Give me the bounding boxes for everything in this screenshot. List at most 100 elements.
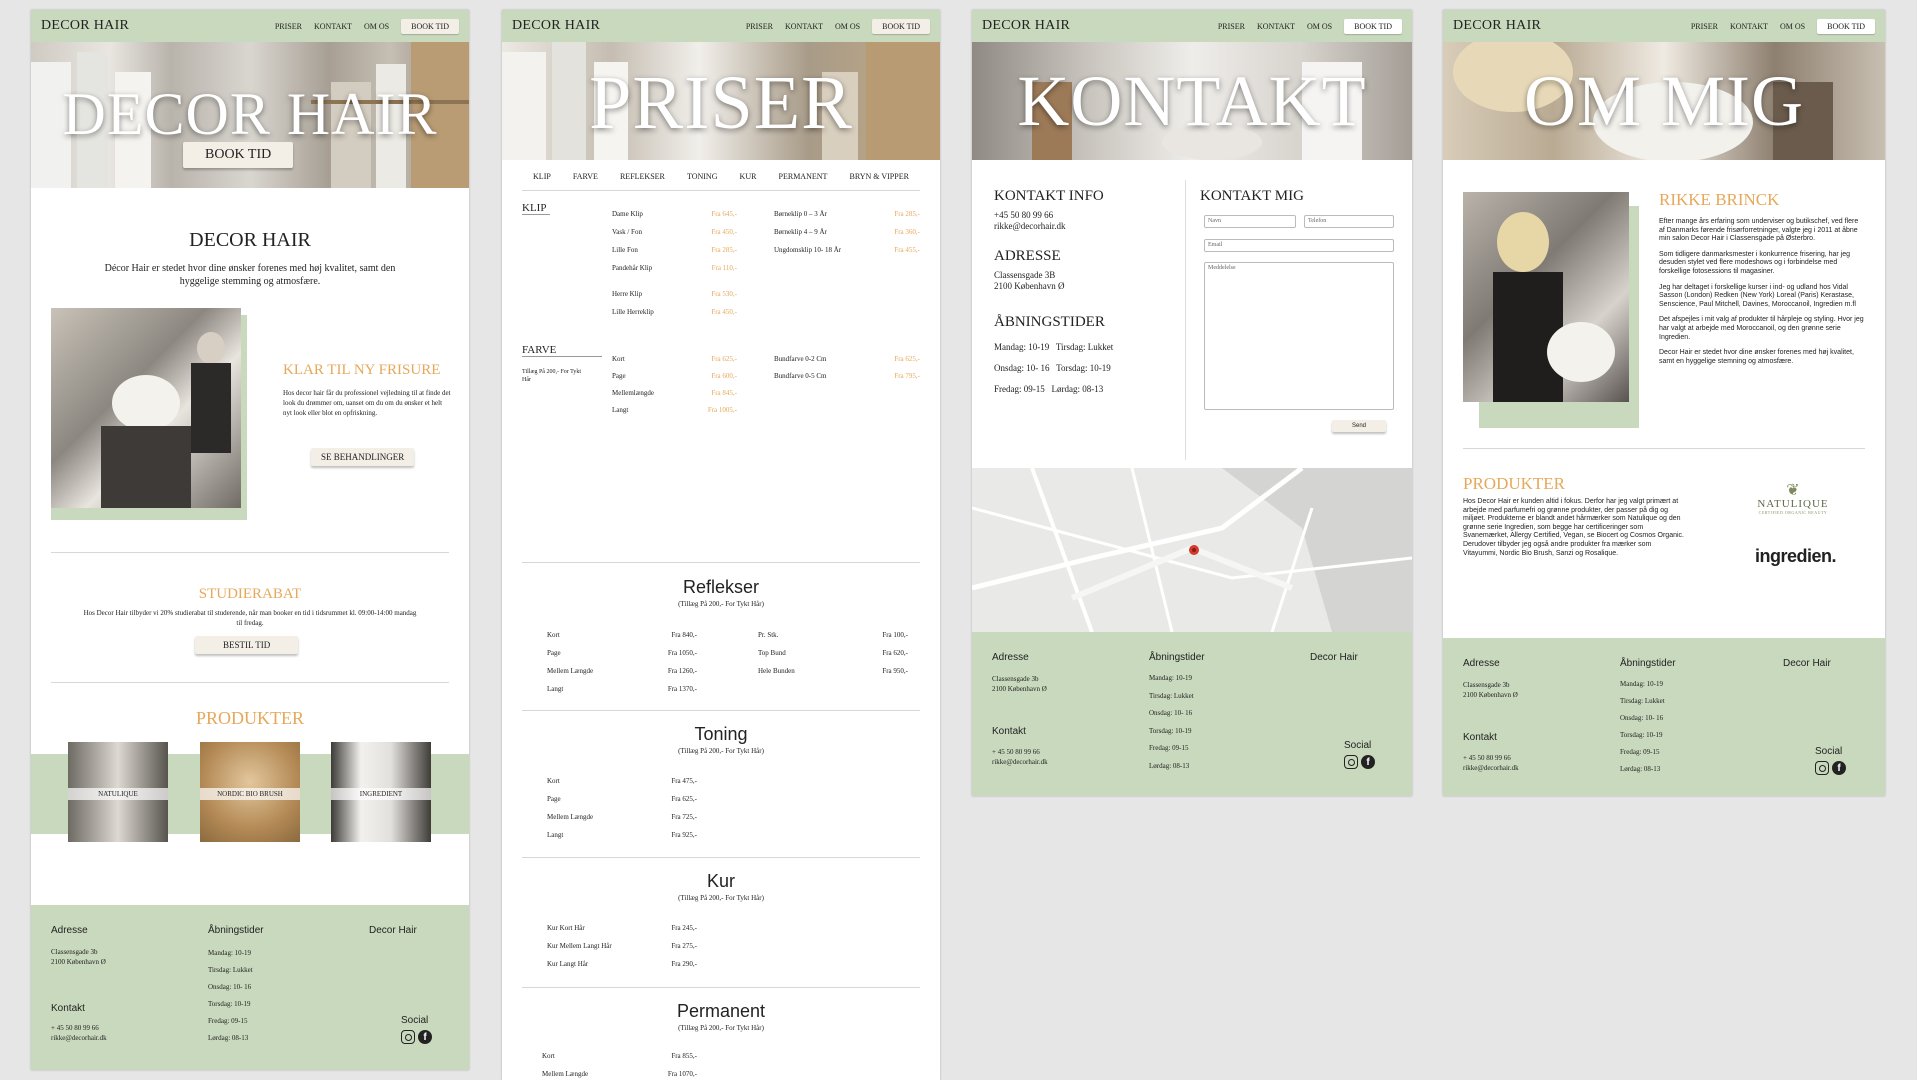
footer-kontakt[interactable]: + 45 50 80 99 66 rikke@decorhair.dk: [1463, 753, 1519, 773]
kur-list: Kur Kort Hår Fra 245,- Kur Mellem Langt H…: [547, 924, 697, 968]
price-tabs: KLIP FARVE REFLEKSER TONING KUR PERMANEN…: [522, 172, 920, 181]
instagram-icon[interactable]: [1344, 755, 1358, 769]
phone-input[interactable]: Telefon: [1304, 215, 1394, 228]
farve-right-list: Bundfarve 0-2 Cm Fra 625,- Bundfarve 0-5 …: [774, 355, 920, 380]
tab-bryn-vipper[interactable]: BRYN & VIPPER: [849, 172, 908, 181]
facebook-icon[interactable]: f: [1361, 755, 1375, 769]
nav-link-kontakt[interactable]: KONTAKT: [314, 22, 352, 31]
tab-reflekser[interactable]: REFLEKSER: [620, 172, 665, 181]
footer-adresse-label: Adresse: [992, 652, 1029, 663]
toning-title: Toning: [694, 724, 748, 744]
nav-link-kontakt[interactable]: KONTAKT: [785, 22, 823, 31]
footer-kontakt[interactable]: + 45 50 80 99 66 rikke@decorhair.dk: [51, 1023, 107, 1043]
hero-image: KONTAKT: [972, 42, 1412, 160]
klip-label: KLIP: [522, 202, 551, 215]
nav-link-om-os[interactable]: OM OS: [835, 22, 860, 31]
tab-farve[interactable]: FARVE: [573, 172, 598, 181]
map[interactable]: [972, 468, 1412, 632]
email-input[interactable]: Email: [1204, 239, 1394, 252]
divider: [522, 710, 920, 711]
tab-klip[interactable]: KLIP: [533, 172, 551, 181]
logo[interactable]: DECOR HAIR: [982, 18, 1070, 34]
om-mig-page: DECOR HAIR PRISER KONTAKT OM OS BOOK TID…: [1443, 10, 1885, 796]
facebook-icon[interactable]: f: [1832, 761, 1846, 775]
navbar: DECOR HAIR PRISER KONTAKT OM OS BOOK TID: [31, 10, 469, 42]
reflekser-note: (Tillæg På 200,- For Tykt Hår): [678, 600, 764, 608]
klar-text: Hos decor hair får du professionel vejle…: [283, 389, 451, 417]
adresse-lines: Classensgade 3B 2100 København Ø: [994, 270, 1065, 291]
send-button[interactable]: Send: [1332, 420, 1387, 432]
facebook-icon[interactable]: f: [418, 1030, 432, 1044]
natulique-logo[interactable]: ❦ NATULIQUE CERTIFIED ORGANIC BEAUTY: [1743, 482, 1843, 516]
footer: Adresse Classensgade 3b 2100 København Ø …: [972, 632, 1412, 796]
nav-link-om-os[interactable]: OM OS: [1780, 22, 1805, 31]
divider: [522, 857, 920, 858]
produkter-title: PRODUKTER: [195, 708, 304, 728]
nav-link-priser[interactable]: PRISER: [275, 22, 302, 31]
social-icons: f: [1815, 761, 1846, 780]
name-input[interactable]: Navn: [1204, 215, 1296, 228]
book-tid-button[interactable]: BOOK TID: [1817, 18, 1875, 34]
product-card-natulique[interactable]: NATULIQUE: [68, 742, 168, 842]
book-tid-button[interactable]: BOOK TID: [401, 18, 459, 34]
divider: [522, 987, 920, 988]
map-graphic: [972, 468, 1412, 632]
product-card-ingredient[interactable]: INGREDIENT: [331, 742, 431, 842]
salon-photo-art: [101, 332, 231, 508]
book-tid-button[interactable]: BOOK TID: [1344, 18, 1402, 34]
klip-right-list: Børneklip 0 – 3 År Fra 285,- Børneklip 4 …: [774, 210, 920, 254]
kontakt-info-title: KONTAKT INFO: [994, 188, 1104, 204]
kontakt-mig-title: KONTAKT MIG: [1200, 188, 1304, 204]
nav-link-priser[interactable]: PRISER: [746, 22, 773, 31]
hero-title: OM MIG: [1523, 61, 1804, 141]
product-label: INGREDIENT: [331, 788, 431, 800]
reflekser-title: Reflekser: [682, 577, 760, 597]
kur-title: Kur: [706, 871, 735, 891]
divider: [522, 562, 920, 563]
kontakt-info[interactable]: +45 50 80 99 66 rikke@decorhair.dk: [994, 210, 1066, 232]
hero-image: OM MIG: [1443, 42, 1885, 160]
tab-kur[interactable]: KUR: [740, 172, 757, 181]
aabningstider-title: ÅBNINGSTIDER: [994, 314, 1105, 330]
navbar: DECOR HAIR PRISER KONTAKT OM OS BOOK TID: [1443, 10, 1885, 42]
bestil-tid-button[interactable]: BESTIL TID: [195, 636, 299, 654]
nav-link-priser[interactable]: PRISER: [1218, 22, 1245, 31]
farve-note: Tillæg På 200,- For Tykt Hår: [522, 369, 582, 383]
intro-text: Décor Hair er stedet hvor dine ønsker fo…: [104, 263, 396, 287]
nav-link-kontakt[interactable]: KONTAKT: [1730, 22, 1768, 31]
reflekser-right-list: Pr. Stk. Fra 100,- Top Bund Fra 620,- Hele…: [758, 631, 908, 675]
permanent-title: Permanent: [676, 1001, 766, 1021]
footer-adresse: Classensgade 3b 2100 København Ø: [51, 948, 106, 966]
logo[interactable]: DECOR HAIR: [41, 18, 129, 34]
nav-link-om-os[interactable]: OM OS: [364, 22, 389, 31]
footer-aabning: Mandag: 10-19 Tirsdag: Lukket Onsdag: 10- …: [208, 949, 253, 1042]
intro-title: DECOR HAIR: [189, 229, 311, 251]
bio-text: Efter mange års erfaring som underviser …: [1659, 218, 1864, 365]
adresse-title: ADRESSE: [994, 248, 1061, 264]
instagram-icon[interactable]: [1815, 761, 1829, 775]
se-behandlinger-button[interactable]: SE BEHANDLINGER: [311, 448, 415, 466]
footer-kontakt-label: Kontakt: [51, 1003, 85, 1014]
logo[interactable]: DECOR HAIR: [512, 18, 600, 34]
footer-kontakt[interactable]: + 45 50 80 99 66 rikke@decorhair.dk: [992, 747, 1048, 767]
kur-note: (Tillæg På 200,- For Tykt Hår): [678, 894, 764, 902]
tab-toning[interactable]: TONING: [687, 172, 718, 181]
instagram-icon[interactable]: [401, 1030, 415, 1044]
portrait-photo: [1463, 192, 1629, 402]
tab-permanent[interactable]: PERMANENT: [779, 172, 828, 181]
footer-social-label: Social: [401, 1015, 429, 1026]
product-card-nordic-bio-brush[interactable]: NORDIC BIO BRUSH: [200, 742, 300, 842]
nav-link-priser[interactable]: PRISER: [1691, 22, 1718, 31]
leaf-icon: ❦: [1786, 482, 1800, 499]
ingredien-logo[interactable]: ingredien.: [1755, 546, 1837, 567]
nav-link-om-os[interactable]: OM OS: [1307, 22, 1332, 31]
message-textarea[interactable]: Meddelelse: [1204, 262, 1394, 410]
logo[interactable]: DECOR HAIR: [1453, 18, 1541, 34]
hero-book-button[interactable]: BOOK TID: [183, 142, 294, 168]
toning-note: (Tillæg På 200,- For Tykt Hår): [678, 747, 764, 755]
hero-title: DECOR HAIR: [62, 81, 438, 147]
nav-link-kontakt[interactable]: KONTAKT: [1257, 22, 1295, 31]
produkter-text: Hos Decor Hair er kunden altid i fokus. …: [1463, 498, 1684, 557]
klip-left-list: Dame Klip Fra 645,- Vask / Fon Fra 450,- L…: [612, 210, 737, 316]
book-tid-button[interactable]: BOOK TID: [872, 18, 930, 34]
